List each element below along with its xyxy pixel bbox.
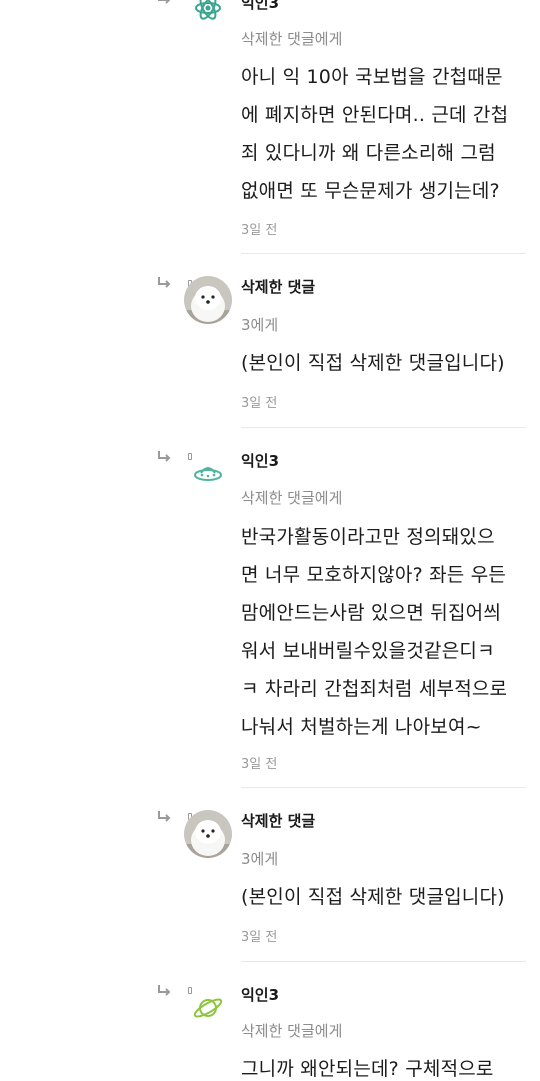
- comment-author[interactable]: 익인3: [241, 984, 279, 1005]
- divider: [241, 961, 526, 962]
- reply-target: 3에게: [241, 850, 279, 868]
- comment-time: 3일 전: [241, 223, 278, 238]
- reply-arrow-icon: [156, 984, 172, 998]
- reply-arrow-icon: [156, 276, 172, 290]
- comment-text-line: (본인이 직접 삭제한 댓글입니다): [241, 352, 505, 374]
- comment-text-line: 반국가활동이라고만 정의돼있으: [241, 526, 495, 548]
- divider: [241, 253, 526, 254]
- reply-arrow-icon: [156, 450, 172, 464]
- comment-text-line: 맘에안드는사람 있으면 뒤집어씌: [241, 602, 501, 624]
- comment-text-line: 워서 보내버릴수있을것같은디ㅋ: [241, 640, 495, 662]
- white-dog-photo[interactable]: [184, 810, 232, 858]
- comment-text-line: (본인이 직접 삭제한 댓글입니다): [241, 886, 505, 908]
- comment-author[interactable]: 삭제한 댓글: [241, 276, 315, 297]
- comment-time: 3일 전: [241, 396, 278, 411]
- comment-text-line: ㅋ 차라리 간첩죄처럼 세부적으로: [241, 678, 508, 700]
- comment-text-line: 그니까 왜안되는데? 구체적으로: [241, 1058, 494, 1080]
- comment-text-line: 나눠서 처벌하는게 나아보여~: [241, 716, 482, 738]
- ufo-icon[interactable]: [184, 450, 232, 498]
- comment-time: 3일 전: [241, 757, 278, 772]
- reply-arrow-icon: [156, 0, 172, 6]
- comment-text-line: 면 너무 모호하지않아? 좌든 우든: [241, 564, 507, 586]
- comment-text-line: 에 폐지하면 안된다며.. 근데 간첩: [241, 104, 509, 126]
- divider: [241, 427, 526, 428]
- atom-icon[interactable]: [184, 0, 232, 32]
- comment-text-line: 죄 있다니까 왜 다른소리해 그럼: [241, 142, 496, 164]
- comment-time: 3일 전: [241, 930, 278, 945]
- divider: [241, 787, 526, 788]
- reply-target: 삭제한 댓글에게: [241, 30, 343, 48]
- planet-icon[interactable]: [184, 984, 232, 1032]
- reply-target: 3에게: [241, 316, 279, 334]
- comment-author[interactable]: 삭제한 댓글: [241, 810, 315, 831]
- comment-text-line: 아니 익 10아 국보법을 간첩때문: [241, 66, 503, 88]
- comment-text-line: 없애면 또 무슨문제가 생기는데?: [241, 180, 500, 202]
- reply-arrow-icon: [156, 810, 172, 824]
- reply-target: 삭제한 댓글에게: [241, 489, 343, 507]
- white-dog-photo[interactable]: [184, 276, 232, 324]
- comment-author[interactable]: 익인3: [241, 0, 279, 13]
- reply-target: 삭제한 댓글에게: [241, 1022, 343, 1040]
- comment-author[interactable]: 익인3: [241, 450, 279, 471]
